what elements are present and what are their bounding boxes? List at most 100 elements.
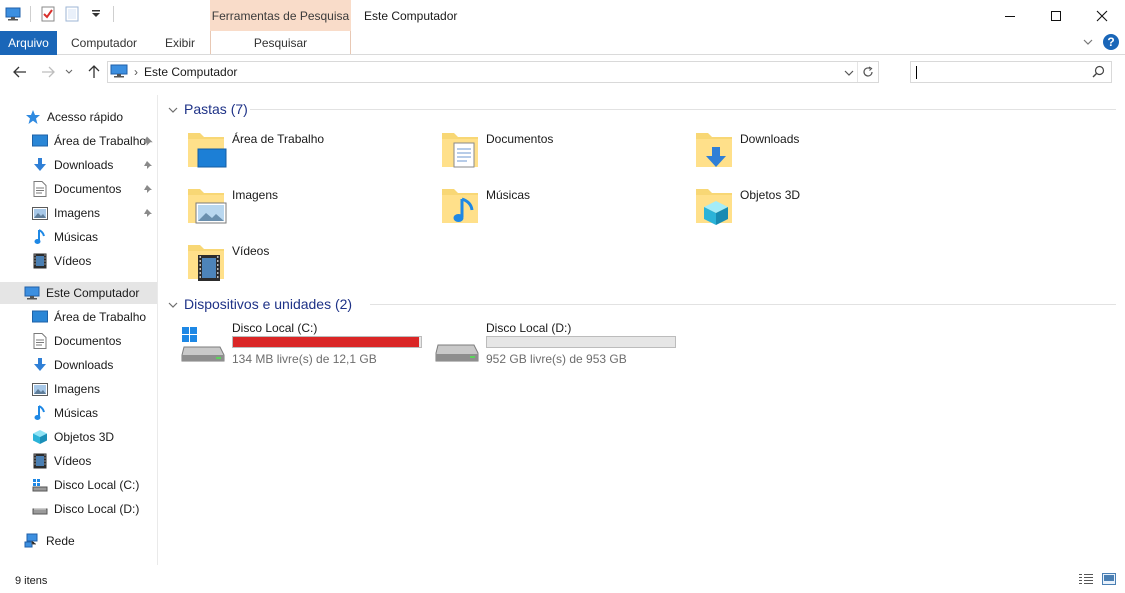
folder-label: Músicas	[486, 188, 531, 202]
folder-imagens[interactable]: Imagens	[160, 183, 410, 233]
folder-label: Objetos 3D	[740, 188, 801, 202]
nav-pc-disco-d[interactable]: Disco Local (D:)	[0, 498, 157, 520]
nav-pc-objetos-3d[interactable]: Objetos 3D	[0, 426, 157, 448]
address-bar[interactable]: › Este Computador	[107, 61, 879, 83]
document-icon	[32, 181, 48, 197]
computer-icon[interactable]	[4, 5, 22, 23]
nav-pc-imagens[interactable]: Imagens	[0, 378, 157, 400]
group-header-dispositivos[interactable]: Dispositivos e unidades (2)	[168, 294, 352, 314]
computer-icon	[24, 285, 40, 301]
tab-arquivo[interactable]: Arquivo	[0, 31, 57, 55]
folder-videos[interactable]: Vídeos	[160, 239, 410, 289]
pin-icon[interactable]	[143, 135, 153, 149]
music-folder-icon	[442, 189, 478, 223]
search-icon[interactable]	[1092, 65, 1105, 81]
nav-pc-disco-c[interactable]: Disco Local (C:)	[0, 474, 157, 496]
nav-label: Disco Local (D:)	[54, 502, 140, 516]
toolbar-divider	[30, 6, 31, 22]
navigation-pane: Acesso rápido Área de Trabalho Downloads…	[0, 95, 158, 565]
details-view-icon[interactable]	[1078, 573, 1094, 588]
ribbon-tabs: Arquivo Computador Exibir Pesquisar ?	[0, 31, 1125, 55]
drive-free-space: 952 GB livre(s) de 953 GB	[486, 352, 627, 366]
desktop-folder-icon	[188, 133, 227, 168]
folder-label: Downloads	[740, 132, 800, 146]
tab-exibir[interactable]: Exibir	[165, 31, 195, 54]
title-bar: Ferramentas de Pesquisa Este Computador	[0, 0, 1125, 32]
drive-name: Disco Local (C:)	[232, 321, 318, 335]
nav-este-computador[interactable]: Este Computador	[0, 282, 157, 304]
music-note-icon	[32, 229, 48, 245]
nav-pc-documentos[interactable]: Documentos	[0, 330, 157, 352]
breadcrumb[interactable]: Este Computador	[144, 65, 237, 79]
music-note-icon	[32, 405, 48, 421]
tab-computador[interactable]: Computador	[71, 31, 137, 54]
download-arrow-icon	[32, 157, 48, 173]
nav-label: Imagens	[54, 206, 101, 220]
folder-downloads[interactable]: Downloads	[668, 127, 918, 177]
properties-icon[interactable]	[39, 5, 57, 23]
nav-quick-downloads[interactable]: Downloads	[0, 154, 157, 176]
nav-pc-downloads[interactable]: Downloads	[0, 354, 157, 376]
pin-icon[interactable]	[143, 159, 153, 173]
maximize-button[interactable]	[1033, 0, 1079, 31]
folder-musicas[interactable]: Músicas	[414, 183, 664, 233]
pin-icon[interactable]	[143, 207, 153, 221]
expand-ribbon-icon[interactable]	[1083, 38, 1093, 46]
arrow-left-icon	[13, 66, 26, 78]
minimize-button[interactable]	[987, 0, 1033, 31]
large-icons-view-icon[interactable]	[1102, 573, 1116, 588]
nav-pc-area-de-trabalho[interactable]: Área de Trabalho	[0, 306, 157, 328]
nav-pc-videos[interactable]: Vídeos	[0, 450, 157, 472]
folder-objetos-3d[interactable]: Objetos 3D	[668, 183, 918, 233]
nav-label: Documentos	[54, 334, 122, 348]
drive-disco-c[interactable]: Disco Local (C:) 134 MB livre(s) de 12,1…	[160, 321, 422, 371]
nav-pc-musicas[interactable]: Músicas	[0, 402, 157, 424]
tab-pesquisar[interactable]: Pesquisar	[210, 31, 351, 54]
group-title: Pastas (7)	[184, 101, 248, 117]
maximize-icon	[1051, 10, 1061, 21]
pictures-folder-icon	[188, 189, 227, 224]
arrow-up-icon	[88, 65, 100, 78]
up-button[interactable]	[84, 62, 104, 82]
arrow-right-icon	[42, 66, 55, 78]
new-folder-icon[interactable]	[63, 5, 81, 23]
group-header-pastas[interactable]: Pastas (7)	[168, 99, 248, 119]
nav-label: Rede	[46, 534, 75, 548]
customize-toolbar-dropdown-icon[interactable]	[87, 5, 105, 23]
nav-label: Downloads	[54, 358, 114, 372]
back-button[interactable]	[10, 62, 30, 82]
breadcrumb-chevron-icon[interactable]: ›	[134, 65, 138, 79]
nav-quick-area-de-trabalho[interactable]: Área de Trabalho	[0, 130, 157, 152]
search-input[interactable]	[910, 61, 1112, 83]
navigation-bar: › Este Computador	[0, 56, 1125, 88]
nav-label: Downloads	[54, 158, 114, 172]
computer-icon	[110, 64, 128, 81]
nav-quick-videos[interactable]: Vídeos	[0, 250, 157, 272]
help-icon[interactable]: ?	[1103, 34, 1119, 50]
chevron-down-icon	[168, 101, 178, 117]
drive-disco-d[interactable]: Disco Local (D:) 952 GB livre(s) de 953 …	[414, 321, 676, 371]
close-button[interactable]	[1079, 0, 1125, 31]
group-divider	[370, 304, 1116, 305]
nav-label: Imagens	[54, 382, 101, 396]
address-history-dropdown[interactable]	[844, 66, 854, 80]
group-divider	[250, 109, 1116, 110]
text-cursor	[916, 66, 917, 79]
nav-rede[interactable]: Rede	[0, 530, 157, 552]
pin-icon[interactable]	[143, 183, 153, 197]
chevron-down-icon	[65, 69, 73, 74]
nav-quick-imagens[interactable]: Imagens	[0, 202, 157, 224]
toolbar-divider	[113, 6, 114, 22]
refresh-button[interactable]	[857, 62, 878, 82]
nav-quick-access[interactable]: Acesso rápido	[0, 106, 157, 128]
folder-area-de-trabalho[interactable]: Área de Trabalho	[160, 127, 410, 177]
nav-label: Vídeos	[54, 254, 92, 268]
drive-usage-bar	[486, 336, 676, 348]
nav-quick-musicas[interactable]: Músicas	[0, 226, 157, 248]
recent-locations-button[interactable]	[62, 62, 76, 82]
forward-button[interactable]	[38, 62, 58, 82]
nav-quick-documentos[interactable]: Documentos	[0, 178, 157, 200]
folder-documentos[interactable]: Documentos	[414, 127, 664, 177]
folder-label: Imagens	[232, 188, 279, 202]
document-icon	[32, 333, 48, 349]
